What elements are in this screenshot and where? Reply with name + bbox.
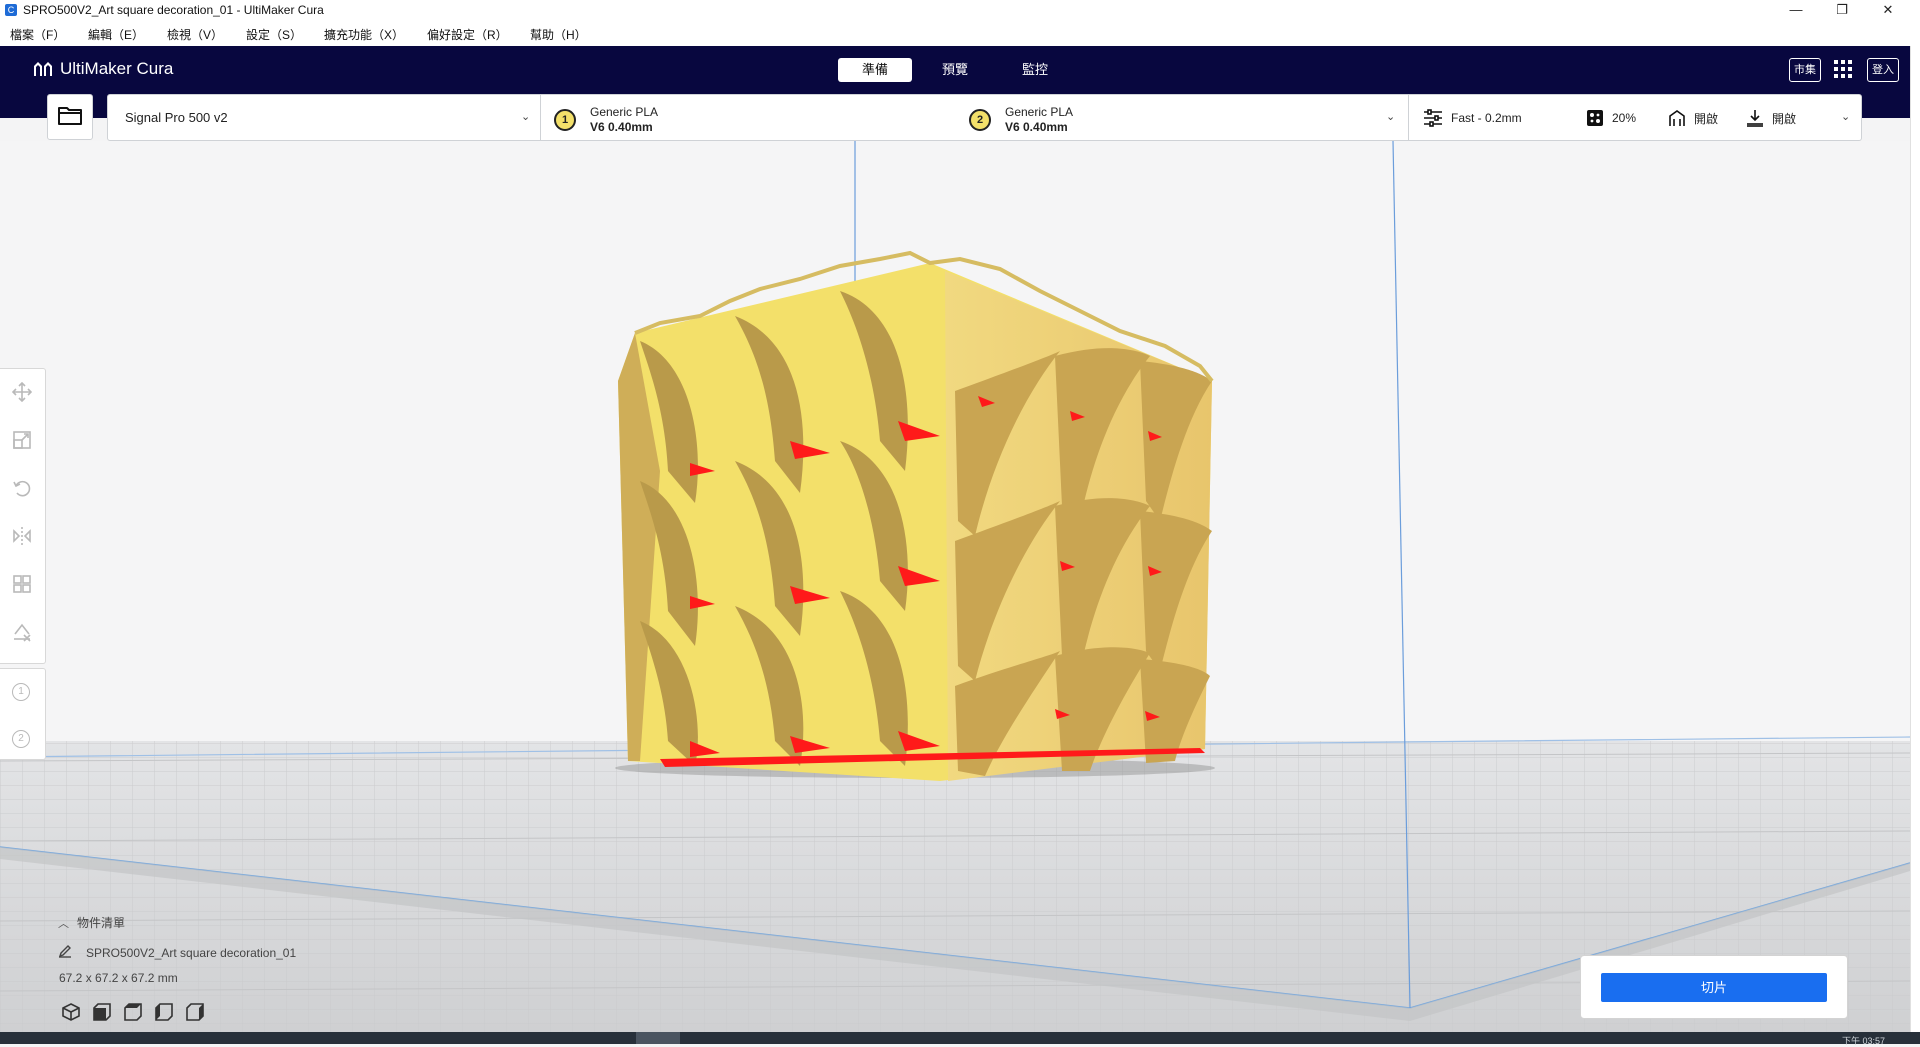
apps-grid-icon[interactable] bbox=[1833, 59, 1853, 79]
3d-view-icon[interactable] bbox=[61, 1002, 81, 1022]
tab-monitor[interactable]: 監控 bbox=[998, 58, 1072, 82]
marketplace-button[interactable]: 市集 bbox=[1789, 58, 1821, 82]
object-list: ︿ 物件清單 SPRO500V2_Art square decoration_0… bbox=[58, 914, 296, 985]
extruder-1[interactable]: 1 Generic PLA V6 0.40mm bbox=[554, 105, 658, 135]
print-settings-selector[interactable]: Fast - 0.2mm 20% 開啟 開啟 ⌄ bbox=[1409, 94, 1862, 141]
support-setting: 開啟 bbox=[1668, 109, 1718, 127]
printer-selector[interactable]: Signal Pro 500 v2 ⌄ bbox=[107, 94, 541, 141]
window-title: SPRO500V2_Art square decoration_01 - Ult… bbox=[23, 3, 324, 17]
taskbar-item[interactable] bbox=[636, 1032, 680, 1044]
object-name-row[interactable]: SPRO500V2_Art square decoration_01 bbox=[58, 944, 296, 961]
extruder-2-nozzle: V6 0.40mm bbox=[1005, 120, 1068, 134]
chevron-up-icon: ︿ bbox=[58, 917, 69, 930]
right-view-icon[interactable] bbox=[185, 1002, 205, 1022]
left-view-icon[interactable] bbox=[154, 1002, 174, 1022]
ultimaker-logo-icon bbox=[34, 62, 54, 76]
adhesion-value: 開啟 bbox=[1772, 111, 1797, 126]
window-titlebar: C SPRO500V2_Art square decoration_01 - U… bbox=[0, 0, 1920, 22]
object-dimensions: 67.2 x 67.2 x 67.2 mm bbox=[59, 971, 178, 985]
transform-toolbar bbox=[0, 368, 46, 664]
tab-preview[interactable]: 預覽 bbox=[918, 58, 992, 82]
extruder-2-tool-icon[interactable]: 2 bbox=[12, 730, 30, 748]
chevron-down-icon: ⌄ bbox=[1386, 111, 1396, 123]
build-plate-scene bbox=[0, 141, 1910, 1032]
side-strip bbox=[1910, 46, 1920, 1032]
infill-value: 20% bbox=[1612, 111, 1637, 125]
menu-extensions[interactable]: 擴充功能（X） bbox=[324, 26, 404, 43]
object-name: SPRO500V2_Art square decoration_01 bbox=[86, 945, 297, 960]
menu-bar: 檔案（F） 編輯（E） 檢視（V） 設定（S） 擴充功能（X） 偏好設定（R） … bbox=[0, 22, 1920, 46]
minimize-button[interactable]: — bbox=[1773, 0, 1819, 22]
extruder-2-badge-icon: 2 bbox=[969, 109, 991, 131]
object-list-title: 物件清單 bbox=[77, 916, 126, 930]
brand-logo: UltiMaker Cura bbox=[34, 59, 173, 79]
top-view-icon[interactable] bbox=[123, 1002, 143, 1022]
scale-tool-icon[interactable] bbox=[11, 429, 33, 451]
model-mesh bbox=[615, 250, 1215, 781]
taskbar bbox=[0, 1032, 1920, 1044]
stage-tabs: 準備 預覽 監控 bbox=[838, 58, 1072, 82]
menu-edit[interactable]: 編輯（E） bbox=[88, 26, 144, 43]
chevron-down-icon: ⌄ bbox=[1841, 111, 1851, 123]
profile-setting: Fast - 0.2mm bbox=[1423, 109, 1522, 127]
infill-icon bbox=[1586, 109, 1604, 127]
extruder-1-material: Generic PLA bbox=[590, 105, 659, 119]
signin-button[interactable]: 登入 bbox=[1867, 58, 1899, 82]
object-list-header[interactable]: ︿ 物件清單 bbox=[58, 914, 125, 931]
open-file-button[interactable] bbox=[47, 94, 93, 140]
camera-view-buttons bbox=[61, 1002, 205, 1022]
restore-button[interactable]: ❐ bbox=[1819, 0, 1865, 22]
adhesion-icon bbox=[1746, 109, 1764, 127]
front-view-icon[interactable] bbox=[92, 1002, 112, 1022]
material-selector[interactable]: 1 Generic PLA V6 0.40mm 2 Generic PLA V6… bbox=[541, 94, 1409, 141]
per-model-settings-icon[interactable] bbox=[11, 573, 33, 595]
extruder-1-nozzle: V6 0.40mm bbox=[590, 120, 653, 134]
profile-label: Fast - 0.2mm bbox=[1451, 111, 1522, 125]
brand-name: UltiMaker Cura bbox=[60, 59, 174, 78]
pencil-icon bbox=[58, 944, 72, 961]
tab-prepare[interactable]: 準備 bbox=[838, 58, 912, 82]
chevron-down-icon: ⌄ bbox=[521, 111, 531, 123]
menu-settings[interactable]: 設定（S） bbox=[246, 26, 302, 43]
move-tool-icon[interactable] bbox=[11, 381, 33, 403]
close-button[interactable]: ✕ bbox=[1865, 0, 1911, 22]
rotate-tool-icon[interactable] bbox=[11, 477, 33, 499]
menu-file[interactable]: 檔案（F） bbox=[10, 26, 65, 43]
adhesion-setting: 開啟 bbox=[1746, 109, 1796, 127]
support-value: 開啟 bbox=[1694, 111, 1719, 126]
3d-viewport[interactable] bbox=[0, 141, 1910, 1032]
slice-button[interactable]: 切片 bbox=[1601, 973, 1827, 1002]
sliders-icon bbox=[1423, 109, 1443, 127]
mirror-tool-icon[interactable] bbox=[11, 525, 33, 547]
support-icon bbox=[1668, 109, 1686, 127]
menu-view[interactable]: 檢視（V） bbox=[167, 26, 223, 43]
menu-preferences[interactable]: 偏好設定（R） bbox=[427, 26, 508, 43]
extruder-1-tool-icon[interactable]: 1 bbox=[12, 683, 30, 701]
menu-help[interactable]: 幫助（H） bbox=[530, 26, 587, 43]
extruder-2[interactable]: 2 Generic PLA V6 0.40mm bbox=[969, 105, 1073, 135]
clock: 下午 03:57 bbox=[1842, 1036, 1886, 1046]
printer-name: Signal Pro 500 v2 bbox=[125, 110, 228, 125]
cura-app-icon: C bbox=[5, 4, 17, 16]
slice-panel: 切片 bbox=[1580, 955, 1848, 1019]
extruder-2-material: Generic PLA bbox=[1005, 105, 1074, 119]
support-blocker-icon[interactable] bbox=[11, 621, 33, 643]
extruder-toolbar: 1 2 bbox=[0, 668, 46, 760]
extruder-1-badge-icon: 1 bbox=[554, 109, 576, 131]
infill-setting: 20% bbox=[1586, 109, 1636, 127]
folder-icon bbox=[58, 105, 82, 130]
